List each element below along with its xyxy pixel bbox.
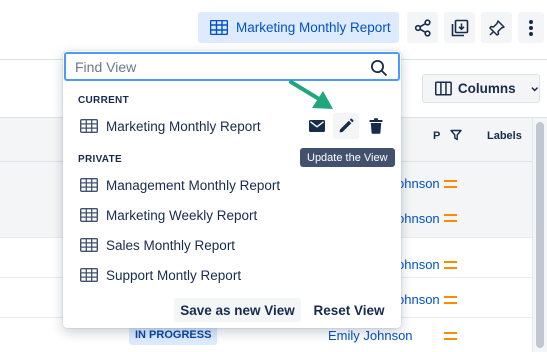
chevron-down-icon [530, 86, 538, 91]
filter-icon[interactable] [450, 129, 462, 141]
grid-view-icon [80, 178, 98, 192]
private-view-item[interactable]: Sales Monthly Report [63, 231, 401, 259]
trash-icon [369, 118, 383, 134]
update-view-button[interactable] [333, 113, 359, 139]
assignee-link[interactable]: Emily Johnson [328, 328, 413, 343]
column-header-labels[interactable]: Labels [487, 130, 522, 142]
more-vertical-icon [529, 19, 533, 36]
priority-medium-icon [444, 261, 457, 269]
pin-icon [488, 19, 505, 36]
grid-view-icon [210, 20, 228, 35]
status-badge[interactable]: IN PROGRESS [129, 325, 218, 345]
more-options-button[interactable] [518, 12, 544, 43]
section-title-private: PRIVATE [78, 154, 122, 165]
export-icon [451, 19, 468, 36]
scrollbar-thumb[interactable] [536, 122, 544, 348]
view-selector-label: Marketing Monthly Report [236, 20, 391, 35]
view-dropdown: CURRENT Marketing Monthly Report PRIVATE [63, 51, 401, 328]
pin-button[interactable] [481, 12, 512, 43]
assignee-link[interactable]: ohnson [397, 257, 440, 272]
search-icon [371, 60, 388, 77]
export-button[interactable] [444, 12, 475, 43]
assignee-link[interactable]: ohnson [397, 176, 440, 191]
columns-icon [435, 81, 452, 96]
pencil-icon [339, 118, 354, 133]
update-view-tooltip: Update the View [300, 148, 395, 167]
find-view-search[interactable] [64, 52, 400, 81]
private-view-label: Management Monthly Report [106, 177, 281, 193]
share-button[interactable] [407, 12, 438, 43]
private-view-label: Support Montly Report [106, 267, 242, 283]
email-view-button[interactable] [304, 113, 330, 139]
private-view-item[interactable]: Marketing Weekly Report [63, 201, 401, 229]
columns-button[interactable]: Columns [422, 74, 540, 103]
priority-medium-icon [444, 332, 457, 340]
delete-view-button[interactable] [363, 113, 389, 139]
private-view-label: Marketing Weekly Report [106, 207, 258, 223]
priority-medium-icon [444, 214, 457, 222]
save-as-new-view-button[interactable]: Save as new View [174, 298, 301, 322]
grid-view-icon [80, 119, 98, 133]
priority-medium-icon [444, 180, 457, 188]
grid-view-icon [80, 238, 98, 252]
columns-label: Columns [457, 81, 516, 96]
assignee-link[interactable]: ohnson [397, 211, 440, 226]
table-scrollbar[interactable] [532, 118, 547, 352]
mail-icon [309, 120, 325, 132]
reset-view-button[interactable]: Reset View [309, 298, 389, 322]
view-selector-button[interactable]: Marketing Monthly Report [198, 12, 399, 43]
private-view-label: Sales Monthly Report [106, 237, 236, 253]
share-icon [414, 18, 431, 37]
private-view-item[interactable]: Management Monthly Report [63, 171, 401, 199]
column-header-priority[interactable]: P [433, 130, 440, 142]
grid-view-icon [80, 208, 98, 222]
grid-view-icon [80, 268, 98, 282]
assignee-link[interactable]: ohnson [397, 292, 440, 307]
find-view-input[interactable] [75, 58, 355, 75]
private-view-item[interactable]: Support Montly Report [63, 261, 401, 289]
priority-medium-icon [444, 296, 457, 304]
section-title-current: CURRENT [78, 95, 129, 106]
current-view-label: Marketing Monthly Report [106, 118, 261, 134]
